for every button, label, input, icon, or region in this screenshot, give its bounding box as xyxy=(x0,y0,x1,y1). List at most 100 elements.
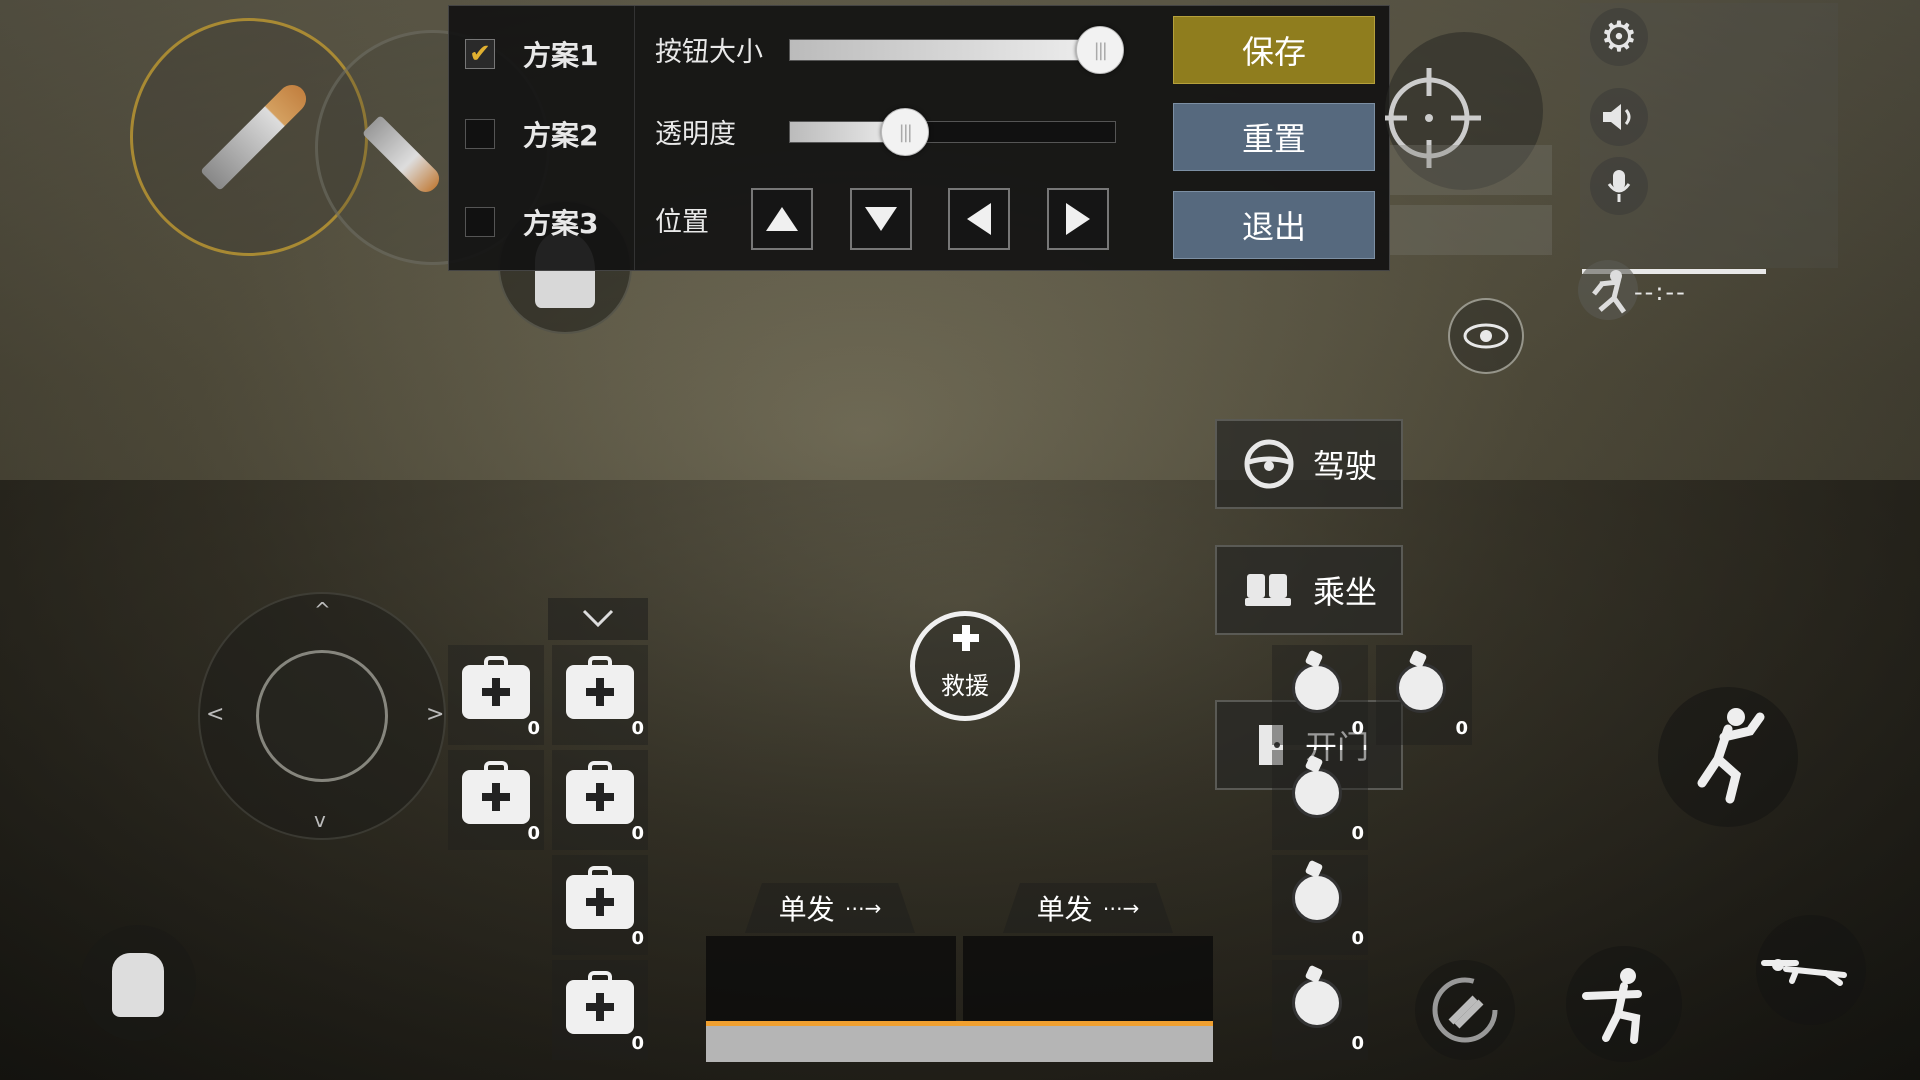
eye-icon xyxy=(1463,323,1509,349)
item-count: 0 xyxy=(1351,1033,1364,1054)
reload-button[interactable] xyxy=(1415,960,1515,1060)
item-count: 0 xyxy=(1351,718,1364,739)
jump-button[interactable] xyxy=(1658,687,1798,827)
medkit-slot[interactable]: 0 xyxy=(552,750,648,850)
free-look-button[interactable] xyxy=(1448,298,1524,374)
scheme-option-2[interactable]: 方案2 xyxy=(465,112,625,156)
medkit-slot[interactable]: 0 xyxy=(552,855,648,955)
position-label: 位置 xyxy=(655,207,709,238)
medkit-slot[interactable]: 0 xyxy=(552,960,648,1060)
prone-icon xyxy=(1761,959,1847,986)
chevron-down-icon xyxy=(582,609,614,628)
slider-fill xyxy=(790,40,1099,60)
scheme-label: 方案3 xyxy=(523,207,599,240)
move-down-button[interactable] xyxy=(850,188,912,250)
move-right-button[interactable] xyxy=(1047,188,1109,250)
move-up-button[interactable] xyxy=(751,188,813,250)
backpack-icon xyxy=(112,953,164,1017)
item-count: 0 xyxy=(527,718,540,739)
drive-button[interactable]: 驾驶 xyxy=(1215,419,1403,509)
layout-settings-panel: ✔ 方案1 方案2 方案3 按钮大小 ||| 透明度 ||| 位置 保存 重置 … xyxy=(448,5,1390,271)
scheme-list: ✔ 方案1 方案2 方案3 xyxy=(449,6,635,270)
opacity-label: 透明度 xyxy=(655,119,736,150)
speaker-icon xyxy=(1603,104,1631,130)
arrow-down-icon xyxy=(865,207,897,231)
seat-icon xyxy=(1245,574,1291,606)
movement-joystick[interactable]: ^ < > v xyxy=(198,592,446,840)
speaker-button[interactable] xyxy=(1590,88,1648,146)
reset-button[interactable]: 重置 xyxy=(1173,103,1375,171)
weapon-bar-slot-1[interactable] xyxy=(706,936,956,1022)
microphone-icon xyxy=(1607,170,1631,202)
item-count: 0 xyxy=(631,718,644,739)
scheme-checkbox[interactable] xyxy=(465,119,495,149)
joystick-thumb[interactable] xyxy=(256,650,388,782)
fire-mode-toggle-left[interactable]: 单发 ⋯→ xyxy=(745,883,915,933)
grenade-slot[interactable]: 0 xyxy=(1272,855,1368,955)
medkit-icon xyxy=(566,761,634,824)
chevron-down-icon: v xyxy=(314,808,326,832)
grenade-slot[interactable]: 0 xyxy=(1272,960,1368,1060)
scheme-option-1[interactable]: ✔ 方案1 xyxy=(465,32,625,76)
arrow-right-icon xyxy=(1066,203,1090,235)
grenade-slot[interactable]: 0 xyxy=(1272,645,1368,745)
bullet-icon xyxy=(361,114,445,198)
fire-mode-label: 单发 xyxy=(778,893,835,926)
medkit-slot[interactable]: 0 xyxy=(448,750,544,850)
grenade-icon xyxy=(1292,978,1342,1028)
opacity-slider[interactable]: ||| xyxy=(789,108,1116,156)
prone-button[interactable] xyxy=(1756,915,1866,1025)
steering-wheel-icon xyxy=(1244,439,1294,489)
runner-icon xyxy=(1592,270,1627,314)
ride-label: 乘坐 xyxy=(1313,573,1378,611)
item-collapse-toggle[interactable] xyxy=(548,598,648,640)
move-left-button[interactable] xyxy=(948,188,1010,250)
medkit-slot[interactable]: 0 xyxy=(552,645,648,745)
item-count: 0 xyxy=(1351,823,1364,844)
drive-label: 驾驶 xyxy=(1313,447,1378,485)
item-count: 0 xyxy=(631,928,644,949)
plus-icon-vertical xyxy=(962,625,970,651)
scheme-checkbox-checked[interactable]: ✔ xyxy=(465,39,495,69)
chevron-left-icon: < xyxy=(206,702,225,727)
scheme-option-3[interactable]: 方案3 xyxy=(465,200,625,244)
settings-button[interactable]: ⚙ xyxy=(1590,8,1648,66)
chevron-up-icon: ^ xyxy=(314,598,331,622)
check-icon: ✔ xyxy=(469,39,491,69)
rescue-label: 救援 xyxy=(941,672,989,700)
backpack-button[interactable] xyxy=(80,925,196,1041)
medkit-icon xyxy=(566,866,634,929)
ride-button[interactable]: 乘坐 xyxy=(1215,545,1403,635)
bullet-arrow-icon: ⋯→ xyxy=(844,896,882,920)
slider-handle[interactable]: ||| xyxy=(1075,26,1124,74)
item-count: 0 xyxy=(631,1033,644,1054)
grenade-slot[interactable]: 0 xyxy=(1272,750,1368,850)
save-button[interactable]: 保存 xyxy=(1173,16,1375,84)
item-count: 0 xyxy=(1351,928,1364,949)
item-count: 0 xyxy=(631,823,644,844)
microphone-button[interactable] xyxy=(1590,157,1648,215)
weapon-bar-slot-2[interactable] xyxy=(963,936,1213,1022)
slider-handle[interactable]: ||| xyxy=(880,108,929,156)
arrow-up-icon xyxy=(766,207,798,231)
medkit-icon xyxy=(462,656,530,719)
fire-mode-label: 单发 xyxy=(1036,893,1093,926)
exit-button[interactable]: 退出 xyxy=(1173,191,1375,259)
scheme-label: 方案1 xyxy=(523,39,599,72)
fire-mode-toggle-right[interactable]: 单发 ⋯→ xyxy=(1003,883,1173,933)
scheme-checkbox[interactable] xyxy=(465,207,495,237)
timer-text: --:-- xyxy=(1634,278,1687,306)
grenade-slot[interactable]: 0 xyxy=(1376,645,1472,745)
medkit-slot[interactable]: 0 xyxy=(448,645,544,745)
bullet-arrow-icon: ⋯→ xyxy=(1102,896,1140,920)
button-size-slider[interactable]: ||| xyxy=(789,26,1124,74)
minimap-placeholder-bottom xyxy=(1390,205,1552,255)
crouch-icon xyxy=(1582,968,1642,1044)
bullet-icon xyxy=(200,79,312,191)
reload-icon xyxy=(1432,977,1498,1043)
medkit-icon xyxy=(566,971,634,1034)
crouch-button[interactable] xyxy=(1566,946,1682,1062)
rescue-button[interactable]: 救援 xyxy=(910,611,1020,721)
item-count: 0 xyxy=(527,823,540,844)
button-size-label: 按钮大小 xyxy=(655,37,763,68)
